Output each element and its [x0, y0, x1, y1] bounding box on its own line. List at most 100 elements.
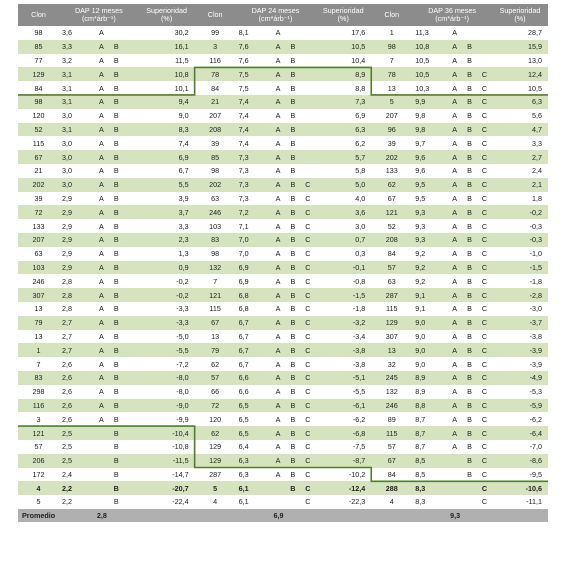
cell-grp-a-12: A	[93, 39, 109, 54]
cell-grp-b-12: B	[108, 191, 124, 206]
cell-grp-b-24: B	[285, 439, 301, 454]
cell-sup-24: -3,8	[315, 343, 372, 358]
cell-clon-36: 1	[371, 26, 413, 40]
table-row: 206 2,5 B -11,5 129 6,3 A B C -8,7 67 8,5 B C -8,6	[18, 453, 548, 468]
cell-grp-b-24: B	[285, 136, 301, 151]
table-row: 7 2,6 A B -7,2 62 6,7 A B C -3,8 32 9,0 A B C -3,9	[18, 357, 548, 371]
cell-sup-24: -7,5	[315, 439, 372, 454]
cell-clon-36: 67	[371, 191, 413, 206]
cell-sup-24: 17,6	[315, 26, 372, 40]
cell-grp-a-12: A	[93, 94, 109, 109]
cell-grp-b-12: B	[108, 53, 124, 68]
cell-clon-24: 66	[194, 384, 236, 399]
cell-sup-36: 5,6	[491, 108, 548, 123]
cell-grp-b-24: B	[285, 177, 301, 192]
cell-grp-b-12: B	[108, 301, 124, 316]
cell-grp-c-12	[123, 370, 139, 385]
cell-grp-a-36	[447, 453, 463, 468]
cell-clon-24: 84	[194, 81, 236, 95]
cell-dap-12: 3,3	[59, 39, 94, 54]
cell-sup-36: 12,4	[491, 67, 548, 82]
header-sup-36-unit: (%)	[514, 14, 526, 23]
cell-sup-36: 28,7	[491, 26, 548, 40]
cell-dap-24: 7,5	[235, 81, 271, 95]
cell-clon-36: 288	[371, 481, 413, 496]
cell-clon-12: 63	[18, 246, 60, 261]
cell-grp-b-24: B	[285, 398, 301, 413]
cell-grp-a-24: A	[270, 108, 286, 123]
cell-grp-b-36: B	[462, 439, 477, 454]
cell-dap-12: 2,4	[59, 467, 94, 482]
cell-grp-c-36: C	[476, 191, 492, 206]
cell-grp-b-36: B	[462, 453, 477, 468]
cell-grp-c-24	[300, 122, 316, 137]
cell-dap-36: 9,0	[412, 357, 448, 371]
cell-grp-b-36: B	[462, 191, 477, 206]
cell-grp-a-24: A	[270, 81, 286, 95]
cell-grp-a-36: A	[447, 288, 463, 302]
cell-grp-c-12	[123, 67, 139, 82]
table-row: 85 3,3 A B 16,1 3 7,6 A B 10,5 98 10,8 A B 15,9	[18, 39, 548, 54]
cell-sup-24: -5,1	[315, 370, 372, 385]
cell-grp-c-36: C	[476, 315, 492, 330]
cell-grp-b-12: B	[108, 232, 124, 247]
cell-grp-c-12	[123, 467, 139, 482]
cell-sup-12: 0,9	[138, 260, 195, 275]
cell-sup-24: 5,0	[315, 177, 372, 192]
cell-grp-c-24	[300, 39, 316, 54]
cell-grp-c-36: C	[476, 108, 492, 123]
cell-dap-12: 2,7	[59, 343, 94, 358]
cell-clon-36: 39	[371, 136, 413, 151]
cell-clon-12: 172	[18, 467, 60, 482]
footer-label: Promedio	[18, 508, 94, 522]
footer-spacer-24	[194, 508, 271, 522]
cell-grp-a-36: A	[447, 412, 463, 427]
cell-sup-36: 2,4	[491, 163, 548, 178]
cell-clon-36: 57	[371, 260, 413, 275]
cell-sup-24: 8,9	[315, 67, 372, 82]
cell-grp-a-24	[270, 481, 286, 496]
cell-grp-b-12: B	[108, 467, 124, 482]
table-row: 39 2,9 A B 3,9 63 7,3 A B C 4,0 67 9,5 A B C 1,8	[18, 191, 548, 206]
cell-grp-c-12	[123, 329, 139, 344]
cell-dap-24: 6,3	[235, 467, 271, 482]
cell-grp-c-12	[123, 219, 139, 233]
cell-clon-24: 79	[194, 343, 236, 358]
cell-clon-24: 132	[194, 260, 236, 275]
cell-grp-a-36: A	[447, 260, 463, 275]
cell-grp-b-12: B	[108, 136, 124, 151]
cell-sup-36: -5,3	[491, 384, 548, 399]
cell-grp-c-12	[123, 232, 139, 247]
cell-sup-24: -6,2	[315, 412, 372, 427]
cell-sup-12: 7,4	[138, 136, 195, 151]
cell-dap-12: 3,0	[59, 108, 94, 123]
cell-grp-b-36: B	[462, 370, 477, 385]
cell-clon-24: 103	[194, 219, 236, 233]
cell-sup-12: 30,2	[138, 26, 195, 40]
cell-grp-b-36: B	[462, 246, 477, 261]
cell-grp-c-36: C	[476, 81, 492, 95]
cell-grp-c-24: C	[300, 329, 316, 344]
cell-grp-c-36: C	[476, 426, 492, 440]
cell-grp-b-24: B	[285, 481, 301, 496]
cell-sup-12: -9,0	[138, 398, 195, 413]
cell-dap-24: 6,4	[235, 439, 271, 454]
cell-dap-24: 7,1	[235, 219, 271, 233]
header-sup-12: Superioridad (%)	[138, 4, 195, 26]
cell-sup-12: -22,4	[138, 495, 195, 509]
cell-clon-12: 21	[18, 163, 60, 178]
table-row: 98 3,6 A 30,2 99 8,1 A 17,6 1 11,3 A 28,7	[18, 26, 548, 40]
cell-clon-36: 202	[371, 150, 413, 164]
cell-clon-36: 207	[371, 108, 413, 123]
cell-dap-24: 7,3	[235, 163, 271, 178]
cell-clon-36: 245	[371, 370, 413, 385]
cell-dap-36: 9,5	[412, 191, 448, 206]
cell-dap-36: 9,0	[412, 315, 448, 330]
cell-grp-b-24: B	[285, 301, 301, 316]
cell-dap-12: 3,2	[59, 53, 94, 68]
cell-sup-24: -0,8	[315, 274, 372, 289]
table-row: 1 2,7 A B -5,5 79 6,7 A B C -3,8 13 9,0 A B C -3,9	[18, 343, 548, 358]
cell-dap-36: 8,3	[412, 495, 448, 509]
cell-dap-24: 6,1	[235, 481, 271, 496]
cell-grp-a-24: A	[270, 232, 286, 247]
